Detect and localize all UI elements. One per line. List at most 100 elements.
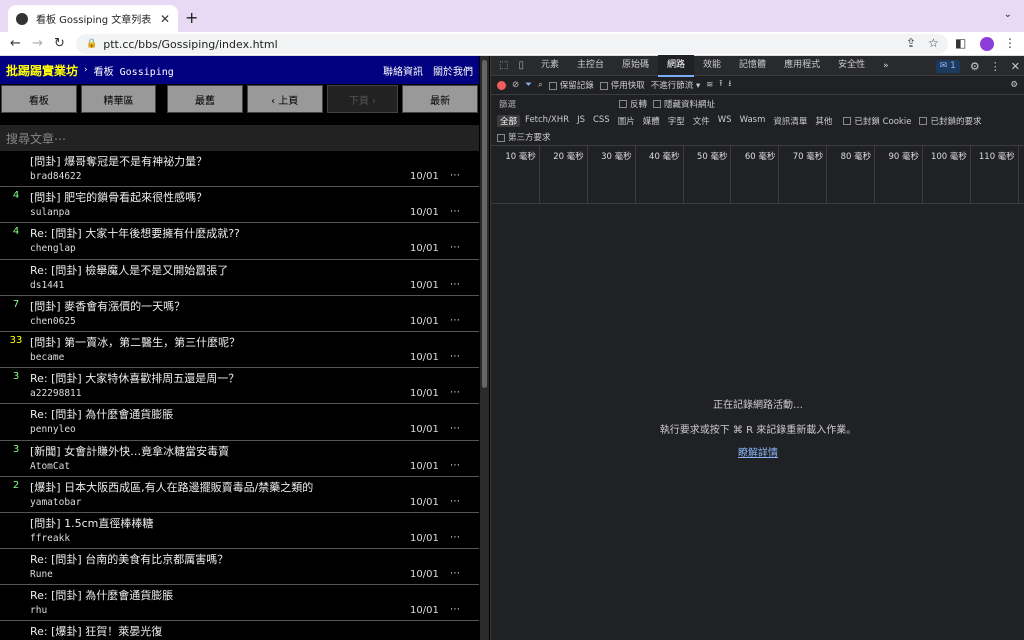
page-scrollbar[interactable] <box>480 56 489 640</box>
post-more-menu[interactable]: ⋯ <box>450 604 460 615</box>
record-icon[interactable] <box>497 80 506 90</box>
type-filter-button[interactable]: 資訊清單 <box>770 115 810 127</box>
blocked-requests-checkbox[interactable]: 已封鎖的要求 <box>919 115 981 127</box>
type-filter-button[interactable]: 其他 <box>812 115 835 127</box>
type-filter-button[interactable]: 媒體 <box>640 115 663 127</box>
more-tabs-icon[interactable]: » <box>874 56 898 76</box>
digest-button[interactable]: 精華區 <box>80 85 157 113</box>
post-row[interactable]: Re: [問卦] 檢舉魔人是不是又開始囂張了 ds1441 10/01 ⋯ <box>0 260 479 296</box>
devtools-tab[interactable]: 記憶體 <box>730 55 775 77</box>
type-filter-button[interactable]: 全部 <box>497 114 521 127</box>
search-input[interactable]: 搜尋文章⋯ <box>0 125 479 151</box>
browser-tab[interactable]: 看板 Gossiping 文章列表 - 批踢 ✕ <box>8 5 178 32</box>
post-title-link[interactable]: Re: [問卦] 大家特休喜歡排周五還是周一？ <box>30 370 239 386</box>
devtools-tab[interactable]: 效能 <box>694 55 730 77</box>
type-filter-button[interactable]: WS <box>715 115 735 127</box>
post-title-link[interactable]: Re: [問卦] 大家十年後想要擁有什麼成就?? <box>30 225 240 241</box>
post-more-menu[interactable]: ⋯ <box>450 496 460 507</box>
type-filter-button[interactable]: Wasm <box>737 115 769 127</box>
post-more-menu[interactable]: ⋯ <box>450 170 460 181</box>
post-row[interactable]: Re: [爆卦] 狂賀！萊晏光復 <box>0 621 479 640</box>
device-toolbar-icon[interactable]: ▯ <box>518 60 524 71</box>
type-filter-button[interactable]: Fetch/XHR <box>522 115 572 127</box>
post-title-link[interactable]: [問卦] 肥宅的鎖骨看起來很性感嗎？ <box>30 189 207 205</box>
filter-icon[interactable]: ⏷ <box>525 80 532 90</box>
post-title-link[interactable]: Re: [爆卦] 狂賀！萊晏光復 <box>30 623 162 639</box>
post-title-link[interactable]: [新聞] 女會計賺外快…竟拿冰糖當安毒賣 <box>30 443 229 459</box>
post-more-menu[interactable]: ⋯ <box>450 532 460 543</box>
kebab-menu-icon[interactable]: ⋮ <box>990 60 1001 73</box>
gear-icon[interactable]: ⚙ <box>970 60 980 73</box>
share-icon[interactable]: ⇪ <box>906 36 916 50</box>
import-icon[interactable]: ⭱ <box>719 78 722 92</box>
type-filter-button[interactable]: 字型 <box>665 115 688 127</box>
oldest-button[interactable]: 最舊 <box>167 85 243 113</box>
newest-button[interactable]: 最新 <box>402 85 478 113</box>
post-row[interactable]: Re: [問卦] 台南的美食有比京都厲害嗎？ Rune 10/01 ⋯ <box>0 549 479 586</box>
issues-badge[interactable]: ✉ 1 <box>935 59 960 73</box>
post-more-menu[interactable]: ⋯ <box>450 315 460 326</box>
post-row[interactable]: 3 Re: [問卦] 大家特休喜歡排周五還是周一？ a22298811 10/01 ⋯ <box>0 368 479 405</box>
post-row[interactable]: Re: [問卦] 為什麼會通貨膨脹 rhu 10/01 ⋯ <box>0 585 479 622</box>
devtools-tab[interactable]: 安全性 <box>829 55 874 77</box>
post-more-menu[interactable]: ⋯ <box>450 460 460 471</box>
post-more-menu[interactable]: ⋯ <box>450 279 460 290</box>
post-row[interactable]: 4 Re: [問卦] 大家十年後想要擁有什麼成就?? chenglap 10/01 ⋯ <box>0 223 479 260</box>
disable-cache-checkbox[interactable]: 停用快取 <box>599 79 645 91</box>
bookmark-star-icon[interactable]: ☆ <box>928 36 939 50</box>
contact-link[interactable]: 聯絡資訊 <box>383 63 423 78</box>
board-link[interactable]: 看板 Gossiping <box>94 63 174 78</box>
post-more-menu[interactable]: ⋯ <box>450 387 460 398</box>
forward-icon[interactable]: → <box>32 36 43 52</box>
address-bar[interactable]: 🔒 ptt.cc/bbs/Gossiping/index.html <box>76 34 948 54</box>
network-settings-icon[interactable]: ⚙ <box>1010 80 1018 90</box>
site-logo-link[interactable]: 批踢踢實業坊 <box>6 62 78 79</box>
devtools-tab[interactable]: 原始碼 <box>613 55 658 77</box>
blocked-cookies-checkbox[interactable]: 已封鎖 Cookie <box>843 115 911 127</box>
post-row[interactable]: 7 [問卦] 麥香會有漲價的一天嗎？ chen0625 10/01 ⋯ <box>0 296 479 332</box>
preserve-log-checkbox[interactable]: 保留記錄 <box>548 79 594 91</box>
post-title-link[interactable]: Re: [問卦] 檢舉魔人是不是又開始囂張了 <box>30 262 228 278</box>
post-title-link[interactable]: Re: [問卦] 台南的美食有比京都厲害嗎？ <box>30 551 228 567</box>
post-row[interactable]: 4 [問卦] 肥宅的鎖骨看起來很性感嗎？ sulanpa 10/01 ⋯ <box>0 187 479 224</box>
tab-search-chevron-icon[interactable]: ⌄ <box>1004 9 1012 20</box>
type-filter-button[interactable]: JS <box>574 115 588 127</box>
post-more-menu[interactable]: ⋯ <box>450 242 460 253</box>
post-title-link[interactable]: [問卦] 麥香會有漲價的一天嗎？ <box>30 298 185 314</box>
post-title-link[interactable]: [問卦] 第一賣冰，第二醫生，第三什麼呢？ <box>30 334 240 350</box>
type-filter-button[interactable]: 文件 <box>690 115 713 127</box>
devtools-tab[interactable]: 主控台 <box>568 55 613 77</box>
board-button[interactable]: 看板 <box>1 85 77 113</box>
post-title-link[interactable]: [問卦] 1.5cm直徑棒棒糖 <box>30 515 153 531</box>
post-title-link[interactable]: Re: [問卦] 為什麼會通貨膨脹 <box>30 587 173 603</box>
post-title-link[interactable]: [問卦] 爆哥奪冠是不是有神祕力量？ <box>30 153 207 169</box>
invert-checkbox[interactable]: 反轉 <box>619 98 647 110</box>
third-party-checkbox[interactable]: 第三方要求 <box>497 131 551 143</box>
devtools-tab[interactable]: 應用程式 <box>775 55 829 77</box>
reload-icon[interactable]: ↻ <box>54 36 65 52</box>
side-panel-icon[interactable]: ◧ <box>955 36 966 50</box>
export-icon[interactable]: ⭳ <box>728 78 731 92</box>
filter-input[interactable]: 篩選 <box>497 95 613 112</box>
post-row[interactable]: [問卦] 1.5cm直徑棒棒糖 ffreakk 10/01 ⋯ <box>0 513 479 550</box>
post-row[interactable]: Re: [問卦] 為什麼會通貨膨脹 pennyleo 10/01 ⋯ <box>0 404 479 441</box>
post-row[interactable]: 3 [新聞] 女會計賺外快…竟拿冰糖當安毒賣 AtomCat 10/01 ⋯ <box>0 441 479 477</box>
network-overview-timeline[interactable]: 10 毫秒 20 毫秒 30 毫秒 40 毫秒 50 毫秒 60 毫秒 70 毫秒 80 毫秒… <box>491 146 1024 204</box>
close-tab-icon[interactable]: ✕ <box>160 12 170 26</box>
scrollbar-thumb[interactable] <box>482 60 487 388</box>
inspect-element-icon[interactable]: ⬚ <box>499 60 508 71</box>
hide-data-urls-checkbox[interactable]: 隱藏資料網址 <box>653 98 715 110</box>
prev-page-button[interactable]: ‹ 上頁 <box>246 85 323 113</box>
post-more-menu[interactable]: ⋯ <box>450 351 460 362</box>
learn-more-link[interactable]: 瞭解詳情 <box>491 444 1024 459</box>
type-filter-button[interactable]: 圖片 <box>615 115 638 127</box>
devtools-tab[interactable]: 網路 <box>658 54 695 77</box>
search-icon[interactable]: ⌕ <box>538 80 543 90</box>
type-filter-button[interactable]: CSS <box>590 115 613 127</box>
devtools-tab[interactable]: 元素 <box>532 55 568 77</box>
wifi-icon[interactable]: ≋ <box>706 80 713 90</box>
post-title-link[interactable]: [爆卦] 日本大阪西成區,有人在路邊擺販賣毒品/禁藥之類的 <box>30 479 313 495</box>
post-row[interactable]: 33 [問卦] 第一賣冰，第二醫生，第三什麼呢？ became 10/01 ⋯ <box>0 332 479 369</box>
post-more-menu[interactable]: ⋯ <box>450 568 460 579</box>
post-more-menu[interactable]: ⋯ <box>450 206 460 217</box>
